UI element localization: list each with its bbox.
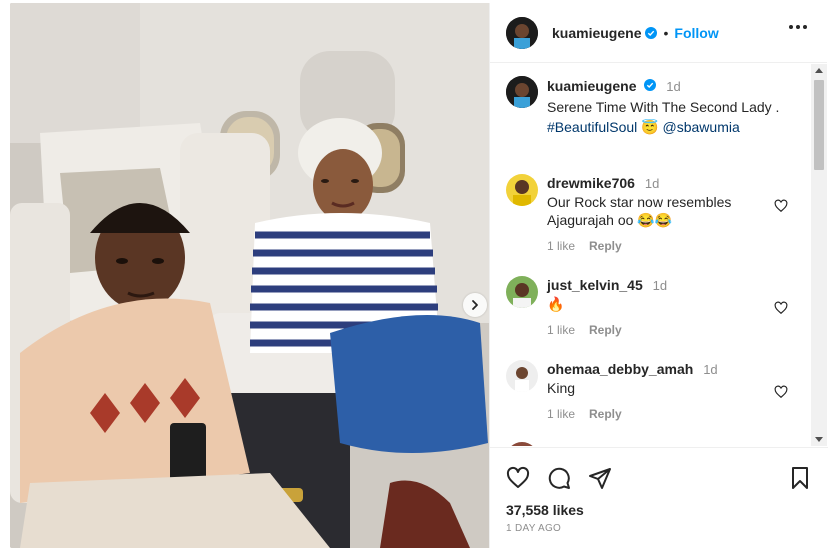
heart-icon[interactable] xyxy=(774,385,788,399)
comment-icon[interactable] xyxy=(547,466,571,490)
caption-username[interactable]: kuamieugene xyxy=(547,78,636,94)
post-date: 1 DAY AGO xyxy=(506,523,562,534)
chevron-right-icon xyxy=(472,300,478,310)
reply-button[interactable]: Reply xyxy=(589,407,622,421)
author-avatar[interactable] xyxy=(506,76,538,108)
post-sidebar: kuamieugene • Follow kuamieugene 1d Sere… xyxy=(489,3,828,548)
more-horizontal-icon[interactable] xyxy=(789,25,807,29)
comment-text: 🔥 xyxy=(547,296,565,312)
comment-item: just_kelvin_45 1d 🔥 1 like Reply xyxy=(506,276,806,339)
author-username[interactable]: kuamieugene xyxy=(552,25,641,41)
comment-username[interactable]: ohemaa_debby_amah xyxy=(547,361,693,377)
comment-likes[interactable]: 1 like xyxy=(547,323,575,337)
scroll-thumb[interactable] xyxy=(814,80,824,170)
heart-icon[interactable] xyxy=(506,466,530,490)
heart-icon[interactable] xyxy=(774,199,788,213)
comment-username[interactable]: drewmike706 xyxy=(547,175,635,191)
comment-text: Our Rock star now resembles Ajagurajah o… xyxy=(547,194,732,228)
comment-likes[interactable]: 1 like xyxy=(547,239,575,253)
reply-button[interactable]: Reply xyxy=(589,323,622,337)
verified-badge-icon xyxy=(644,79,657,91)
post-photo[interactable] xyxy=(10,3,489,548)
next-photo-button[interactable] xyxy=(463,293,487,317)
comments-scrollbar[interactable] xyxy=(811,64,827,446)
caption-mention[interactable]: @sbawumia xyxy=(663,119,740,135)
scroll-down-icon[interactable] xyxy=(815,437,823,442)
commenter-avatar[interactable] xyxy=(506,360,538,392)
action-bar xyxy=(506,466,812,492)
post-image xyxy=(10,3,489,548)
comment-likes[interactable]: 1 like xyxy=(547,407,575,421)
caption-emoji: 😇 xyxy=(641,119,659,135)
comment-item: ohemaa_debby_amah 1d King 1 like Reply xyxy=(506,360,806,423)
follow-button[interactable]: Follow xyxy=(674,25,718,41)
caption-time[interactable]: 1d xyxy=(666,79,680,94)
comment-text: King xyxy=(547,380,576,396)
heart-icon[interactable] xyxy=(774,301,788,315)
verified-badge-icon xyxy=(645,26,658,39)
post-caption: kuamieugene 1d Serene Time With The Seco… xyxy=(506,76,806,137)
commenter-avatar[interactable] xyxy=(506,442,538,446)
likes-count[interactable]: 37,558 likes xyxy=(506,502,584,518)
commenter-avatar[interactable] xyxy=(506,276,538,308)
caption-text: Serene Time With The Second Lady . xyxy=(547,99,780,115)
comment-item-partial xyxy=(506,442,806,446)
reply-button[interactable]: Reply xyxy=(589,239,622,253)
comment-username[interactable]: just_kelvin_45 xyxy=(547,277,643,293)
comment-time[interactable]: 1d xyxy=(703,362,717,377)
comments-list[interactable]: kuamieugene 1d Serene Time With The Seco… xyxy=(490,64,812,446)
scroll-up-icon[interactable] xyxy=(815,68,823,73)
post-header: kuamieugene • Follow xyxy=(490,3,827,63)
commenter-avatar[interactable] xyxy=(506,174,538,206)
comment-time[interactable]: 1d xyxy=(653,278,667,293)
bookmark-icon[interactable] xyxy=(788,466,812,490)
comment-item: drewmike706 1d Our Rock star now resembl… xyxy=(506,174,806,255)
comment-time[interactable]: 1d xyxy=(645,176,659,191)
separator-dot: • xyxy=(663,24,669,41)
caption-hashtag[interactable]: #BeautifulSoul xyxy=(547,119,637,135)
author-avatar[interactable] xyxy=(506,16,538,49)
paper-plane-icon[interactable] xyxy=(588,466,612,490)
post-actions: 37,558 likes 1 DAY AGO xyxy=(490,447,828,548)
